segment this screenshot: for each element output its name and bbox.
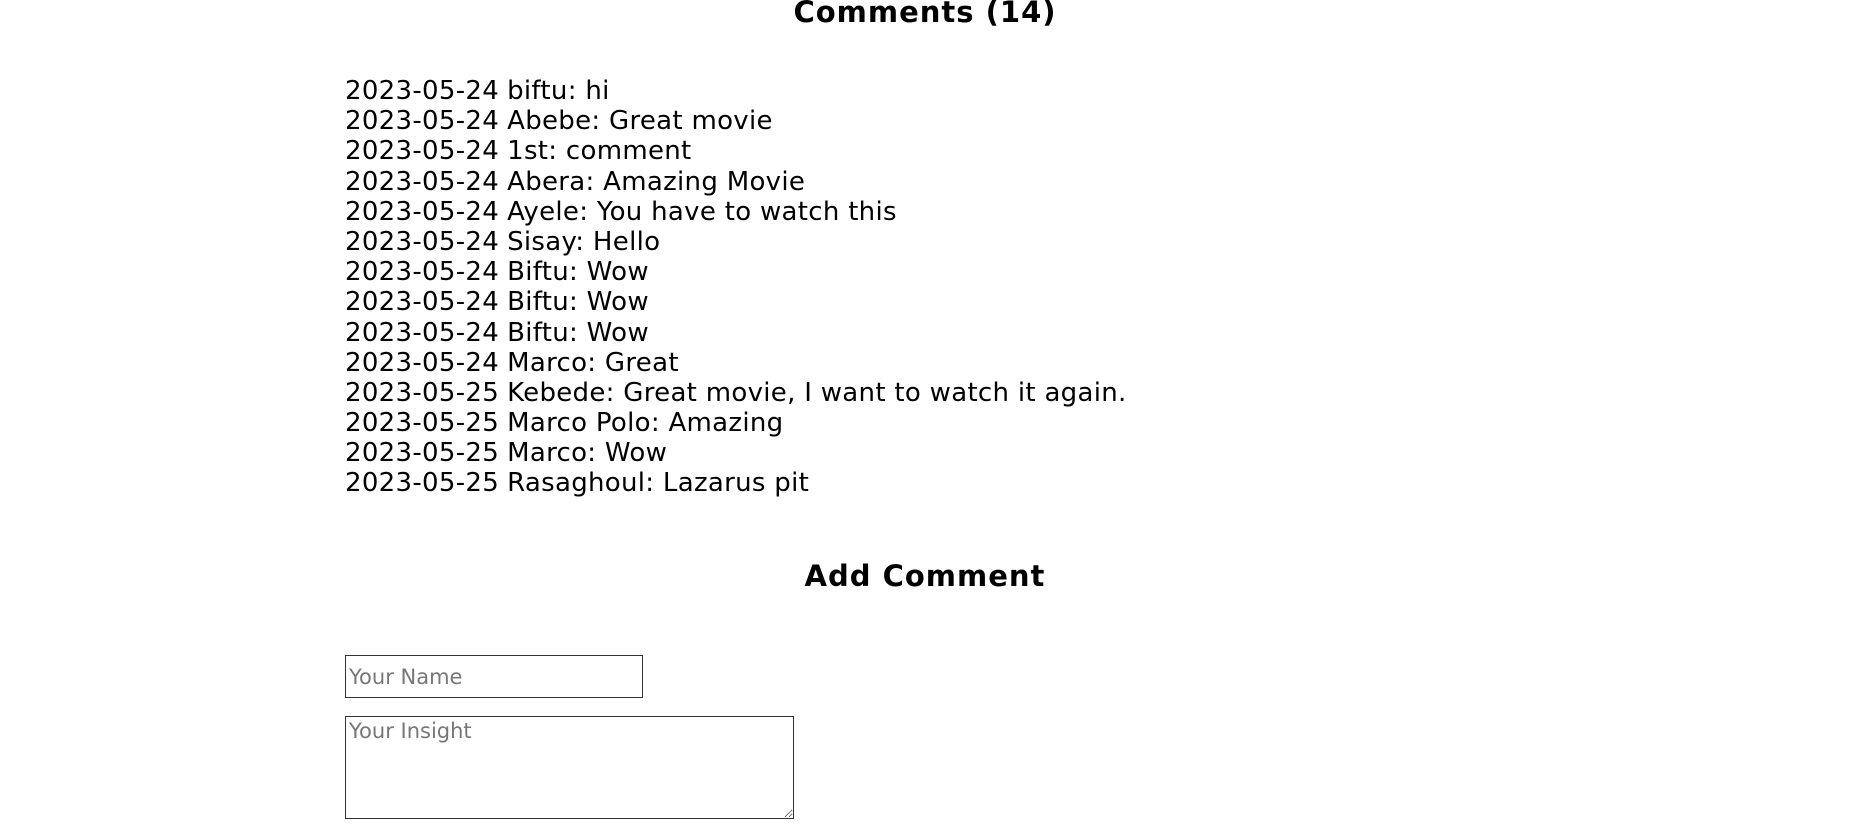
comment-text: Kebede: Great movie, I want to watch it … xyxy=(507,377,1127,408)
list-item: 2023-05-24 Sisay: Hello xyxy=(345,227,1127,257)
comment-text: Abera: Amazing Movie xyxy=(507,166,806,197)
comment-date: 2023-05-24 xyxy=(345,136,500,167)
comment-date: 2023-05-24 xyxy=(345,226,500,257)
list-item: 2023-05-25 Kebede: Great movie, I want to… xyxy=(345,378,1127,408)
comment-date: 2023-05-25 xyxy=(345,408,500,439)
comment-text: Biftu: Wow xyxy=(507,257,649,288)
comment-text: Sisay: Hello xyxy=(507,226,661,257)
comments-title: Comments (14) xyxy=(793,0,1057,29)
comment-date: 2023-05-24 xyxy=(345,257,500,288)
comment-list: 2023-05-24 biftu: hi 2023-05-24 Abebe: Gre… xyxy=(345,76,1127,499)
comment-text: Biftu: Wow xyxy=(507,317,649,348)
list-item: 2023-05-24 Biftu: Wow xyxy=(345,257,1127,287)
list-item: 2023-05-24 Ayele: You have to watch this xyxy=(345,197,1127,227)
name-input[interactable] xyxy=(345,655,643,698)
list-item: 2023-05-24 Abera: Amazing Movie xyxy=(345,167,1127,197)
comment-date: 2023-05-24 xyxy=(345,106,500,137)
comment-date: 2023-05-25 xyxy=(345,377,500,408)
comment-date: 2023-05-25 xyxy=(345,438,500,469)
list-item: 2023-05-25 Marco Polo: Amazing xyxy=(345,408,1127,438)
comment-date: 2023-05-24 xyxy=(345,76,500,106)
list-item: 2023-05-24 Biftu: Wow xyxy=(345,287,1127,317)
comment-text: Marco Polo: Amazing xyxy=(507,408,784,439)
list-item: 2023-05-24 Biftu: Wow xyxy=(345,318,1127,348)
comment-text: Abebe: Great movie xyxy=(507,106,773,137)
list-item: 2023-05-25 Rasaghoul: Lazarus pit xyxy=(345,468,1127,498)
add-comment-title: Add Comment xyxy=(804,559,1046,593)
list-item: 2023-05-24 1st: comment xyxy=(345,136,1127,166)
comment-text: Ayele: You have to watch this xyxy=(507,196,897,227)
comment-text: biftu: hi xyxy=(507,76,610,106)
list-item: 2023-05-24 biftu: hi xyxy=(345,76,1127,106)
comment-text: Marco: Wow xyxy=(507,438,668,469)
comment-date: 2023-05-24 xyxy=(345,196,500,227)
comment-text: Rasaghoul: Lazarus pit xyxy=(507,468,810,499)
comment-date: 2023-05-24 xyxy=(345,347,500,378)
comments-page: Comments (14) 2023-05-24 biftu: hi 2023-0… xyxy=(0,0,1866,831)
comment-date: 2023-05-24 xyxy=(345,166,500,197)
list-item: 2023-05-24 Marco: Great xyxy=(345,348,1127,378)
list-item: 2023-05-25 Marco: Wow xyxy=(345,438,1127,468)
comment-date: 2023-05-24 xyxy=(345,287,500,318)
comment-text: Biftu: Wow xyxy=(507,287,649,318)
list-item: 2023-05-24 Abebe: Great movie xyxy=(345,106,1127,136)
comment-date: 2023-05-25 xyxy=(345,468,500,499)
comment-text: Marco: Great xyxy=(507,347,679,378)
comment-date: 2023-05-24 xyxy=(345,317,500,348)
comment-text: 1st: comment xyxy=(507,136,692,167)
insight-textarea[interactable] xyxy=(345,716,794,819)
